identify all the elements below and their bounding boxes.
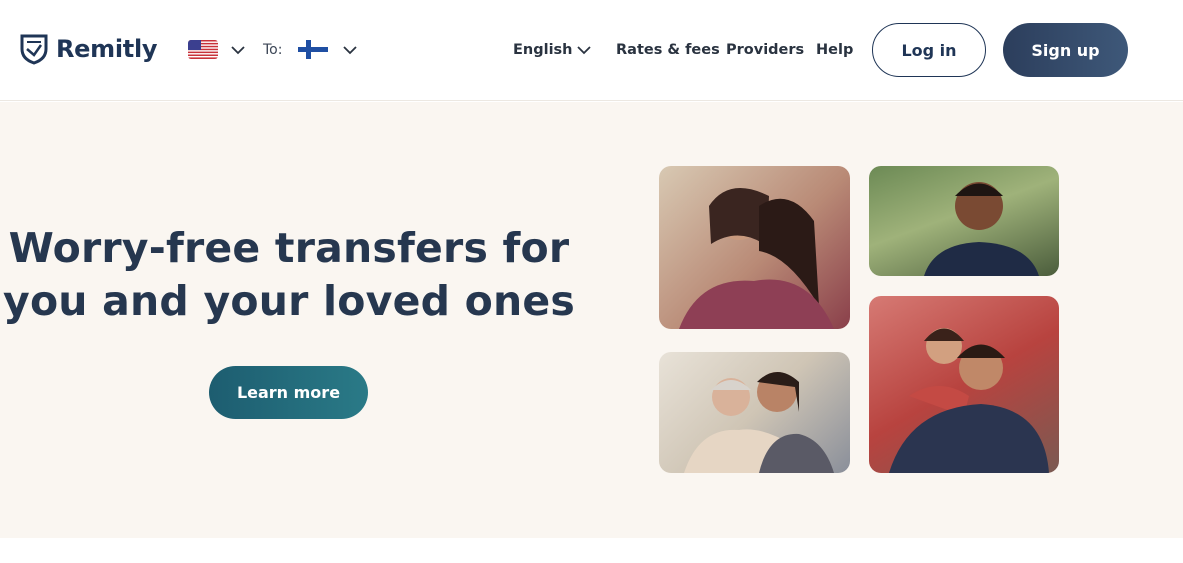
hero-section: Worry-free transfers for you and your lo… bbox=[0, 102, 1183, 538]
site-header: Remitly To: English Rates & fees Provide… bbox=[0, 0, 1183, 101]
chevron-down-icon[interactable] bbox=[343, 45, 357, 55]
signup-button[interactable]: Sign up bbox=[1003, 23, 1128, 77]
nav-providers[interactable]: Providers bbox=[726, 42, 804, 58]
nav-help[interactable]: Help bbox=[816, 42, 853, 58]
hero-title-line2: you and your loved ones bbox=[3, 277, 575, 325]
chevron-down-icon[interactable] bbox=[231, 45, 245, 55]
chevron-down-icon[interactable] bbox=[577, 45, 591, 55]
learn-more-button[interactable]: Learn more bbox=[209, 366, 368, 419]
photo-smiling-man bbox=[869, 166, 1059, 276]
hero-title-line1: Worry-free transfers for bbox=[8, 224, 570, 272]
page-bottom bbox=[0, 538, 1183, 563]
nav-rates-fees[interactable]: Rates & fees bbox=[616, 42, 720, 58]
nav-language[interactable]: English bbox=[513, 42, 573, 58]
photo-grandmother-grandson bbox=[659, 352, 850, 473]
brand-name: Remitly bbox=[56, 35, 158, 63]
brand-logo[interactable]: Remitly bbox=[20, 33, 158, 65]
login-button[interactable]: Log in bbox=[872, 23, 986, 77]
us-flag-icon[interactable] bbox=[188, 40, 218, 59]
finland-flag-icon[interactable] bbox=[298, 40, 328, 59]
photo-mother-daughter bbox=[659, 166, 850, 329]
shield-logo-icon bbox=[20, 34, 48, 65]
photo-father-daughter bbox=[869, 296, 1059, 473]
to-label: To: bbox=[263, 42, 283, 58]
hero-title: Worry-free transfers for you and your lo… bbox=[0, 222, 578, 328]
